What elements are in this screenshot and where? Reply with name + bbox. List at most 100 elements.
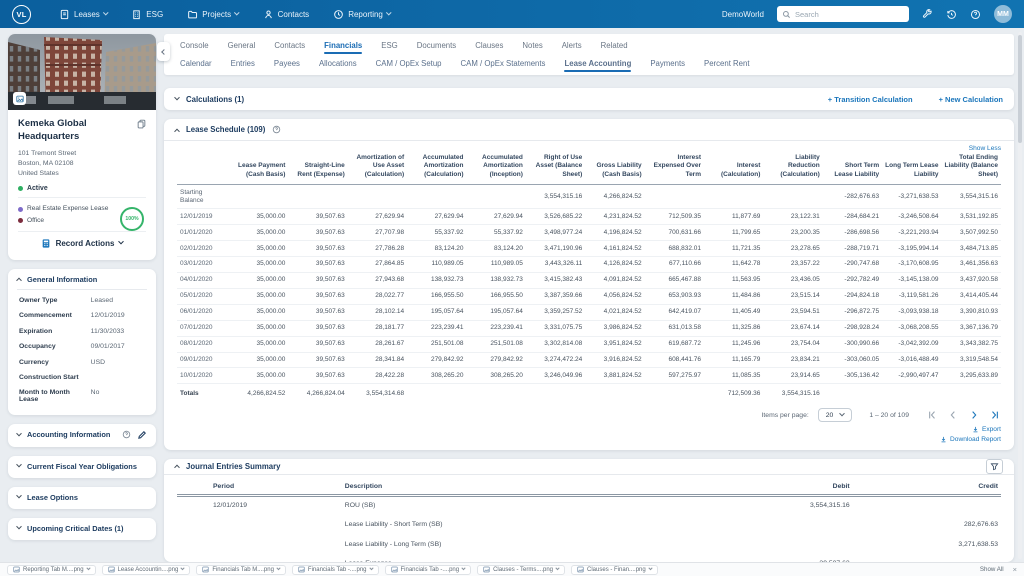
chevron-up-icon[interactable] [174, 128, 180, 134]
schedule-column-header: Amortization of Use Asset (Calculation) [348, 153, 407, 185]
schedule-cell: 3,526,685.22 [526, 209, 585, 225]
schedule-cell [645, 185, 704, 209]
search-input[interactable] [795, 10, 904, 19]
primary-tab[interactable]: General [228, 41, 256, 50]
export-button[interactable]: Export [972, 426, 1001, 433]
journal-period-cell: 12/01/2019 [177, 495, 342, 516]
schedule-cell [229, 185, 288, 209]
nav-item-contacts[interactable]: Contacts [263, 9, 310, 20]
user-avatar[interactable]: MM [994, 5, 1012, 23]
accounting-information-section[interactable]: Accounting Information [8, 424, 156, 447]
secondary-tab[interactable]: CAM / OpEx Setup [376, 59, 442, 68]
new-calculation-button[interactable]: + New Calculation [939, 95, 1003, 104]
transition-calculation-button[interactable]: + Transition Calculation [828, 95, 913, 104]
download-item[interactable]: Clauses - Terms....png [477, 565, 565, 575]
schedule-cell: 665,467.88 [645, 272, 704, 288]
edit-pencil-icon[interactable] [137, 430, 147, 440]
top-navbar: VL Leases ESG Projects Contacts Reportin… [0, 0, 1024, 28]
journal-credit-cell: 282,676.63 [853, 516, 1001, 535]
schedule-cell: 28,261.67 [348, 336, 407, 352]
gallery-icon[interactable] [13, 92, 26, 105]
journal-entries-title[interactable]: Journal Entries Summary [186, 462, 280, 471]
copy-icon[interactable] [137, 119, 146, 129]
items-per-page-select[interactable]: 20 [818, 408, 853, 422]
field-label: Month to Month Lease [19, 389, 91, 403]
scrollbar-thumb[interactable] [1018, 35, 1022, 143]
help-icon[interactable] [970, 9, 981, 20]
chevron-down-icon [839, 411, 845, 417]
schedule-cell: -282,676.63 [823, 185, 882, 209]
schedule-cell [704, 185, 763, 209]
secondary-tab[interactable]: CAM / OpEx Statements [461, 59, 546, 68]
download-item[interactable]: Financials Tab -....png [292, 565, 379, 575]
lease-options-section[interactable]: Lease Options [8, 487, 156, 509]
primary-tab[interactable]: Related [601, 41, 628, 50]
schedule-header-row: Lease Payment (Cash Basis)Straight-Line … [177, 153, 1001, 185]
record-actions-button[interactable]: Record Actions [18, 232, 146, 256]
nav-item-leases[interactable]: Leases [59, 9, 107, 20]
primary-tab[interactable]: Documents [417, 41, 456, 50]
secondary-tab[interactable]: Entries [231, 59, 255, 68]
upcoming-critical-dates-section[interactable]: Upcoming Critical Dates (1) [8, 518, 156, 540]
secondary-tab[interactable]: Calendar [180, 59, 212, 68]
schedule-row: 03/01/202035,000.0039,507.6327,864.85110… [177, 257, 1001, 273]
schedule-cell: 11,405.49 [704, 304, 763, 320]
schedule-cell: 3,443,326.11 [526, 257, 585, 273]
close-downloads-bar-icon[interactable]: × [1013, 566, 1017, 574]
next-page-button[interactable] [968, 409, 980, 421]
download-item[interactable]: Financials Tab M....png [196, 565, 286, 575]
primary-tab[interactable]: Contacts [274, 41, 305, 50]
chevron-down-icon[interactable] [174, 95, 180, 101]
lease-schedule-title[interactable]: Lease Schedule (109) [186, 125, 265, 134]
primary-tab[interactable]: Alerts [562, 41, 582, 50]
org-name[interactable]: DemoWorld [722, 10, 764, 19]
help-icon[interactable] [122, 430, 131, 439]
secondary-tab[interactable]: Payees [274, 59, 300, 68]
schedule-cell: 251,501.08 [407, 336, 466, 352]
journal-description-cell: Lease Expense [342, 554, 713, 562]
schedule-cell: 39,507.63 [288, 257, 347, 273]
current-fiscal-year-obligations-section[interactable]: Current Fiscal Year Obligations [8, 456, 156, 478]
show-all-downloads-link[interactable]: Show All [980, 566, 1004, 573]
help-icon[interactable] [272, 125, 281, 134]
last-page-button[interactable] [989, 409, 1001, 421]
nav-item-projects[interactable]: Projects [187, 9, 238, 20]
first-page-button[interactable] [926, 409, 938, 421]
primary-tab[interactable]: Notes [522, 41, 542, 50]
schedule-cell: 3,986,824.52 [585, 320, 644, 336]
field-row: Occupancy 09/01/2017 [17, 339, 147, 354]
sidebar-collapse-handle[interactable] [157, 42, 170, 61]
schedule-cell: 223,239.41 [407, 320, 466, 336]
wrench-icon[interactable] [922, 9, 933, 20]
global-search[interactable] [777, 6, 909, 22]
primary-tab[interactable]: Console [180, 41, 209, 50]
image-file-icon [298, 566, 305, 573]
download-item[interactable]: Reporting Tab M....png [7, 565, 96, 575]
calculations-title[interactable]: Calculations (1) [186, 95, 244, 104]
nav-item-esg[interactable]: ESG [131, 9, 163, 20]
show-less-link[interactable]: Show Less [164, 141, 1014, 153]
download-item[interactable]: Lease Accountin....png [102, 565, 191, 575]
schedule-totals-row: Totals4,266,824.524,266,824.043,554,314.… [177, 384, 1001, 402]
primary-tab[interactable]: Financials [324, 41, 362, 50]
secondary-tab[interactable]: Lease Accounting [564, 59, 631, 68]
download-item[interactable]: Financials Tab -....png [385, 565, 472, 575]
previous-page-button[interactable] [947, 409, 959, 421]
nav-item-reporting[interactable]: Reporting [333, 9, 390, 20]
download-report-button[interactable]: Download Report [940, 436, 1001, 443]
items-per-page-label: Items per page: [762, 412, 809, 419]
general-information-header[interactable]: General Information [17, 275, 147, 290]
history-icon[interactable] [946, 9, 957, 20]
secondary-tab[interactable]: Payments [650, 59, 685, 68]
secondary-tab[interactable]: Percent Rent [704, 59, 750, 68]
app-logo[interactable]: VL [12, 5, 31, 24]
secondary-tab[interactable]: Allocations [319, 59, 357, 68]
primary-tab[interactable]: Clauses [475, 41, 503, 50]
schedule-cell: 631,013.58 [645, 320, 704, 336]
vertical-scrollbar[interactable] [1018, 32, 1022, 559]
filter-button[interactable] [986, 459, 1003, 474]
download-item[interactable]: Clauses - Finan....png [571, 565, 658, 575]
primary-tab[interactable]: ESG [381, 41, 397, 50]
chevron-up-icon[interactable] [174, 465, 180, 471]
schedule-cell: 55,337.92 [467, 225, 526, 241]
